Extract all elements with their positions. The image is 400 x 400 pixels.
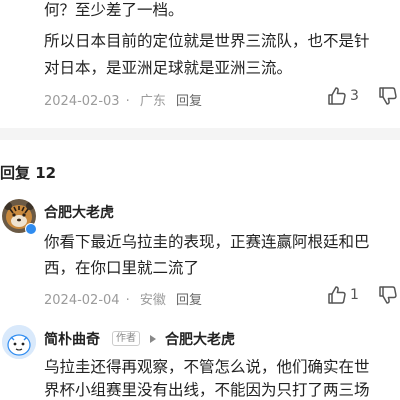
reply1-line-1: 你看下最近乌拉圭的表现，正赛连赢阿根廷和巴 bbox=[44, 233, 370, 251]
top-comment-line-1: 何？至少差了一档。 bbox=[44, 1, 184, 19]
reply1-like-count: 1 bbox=[350, 287, 359, 303]
like-count: 3 bbox=[350, 88, 359, 104]
reply1-line-2: 西，在你口里就二流了 bbox=[44, 259, 200, 277]
dislike-icon bbox=[379, 87, 397, 105]
reply2-line-2: 界杯小组赛里没有出线，不能因为只打了两三场 bbox=[44, 381, 370, 399]
meta-dot: · bbox=[125, 293, 130, 308]
cartoon-avatar[interactable] bbox=[2, 325, 36, 359]
reply1-meta: 2024-02-04 · 安徽 回复 bbox=[44, 289, 208, 308]
section-divider bbox=[0, 128, 400, 140]
like-icon bbox=[328, 286, 346, 304]
like-button[interactable]: 3 bbox=[327, 86, 359, 106]
dislike-button[interactable] bbox=[378, 86, 398, 106]
top-comment-meta: 2024-02-03 · 广东 回复 bbox=[44, 90, 208, 109]
top-comment: 何？至少差了一档。 所以日本目前的定位就是世界三流队，也不是针 对日本，是亚洲足… bbox=[0, 0, 400, 128]
reply-count-header: 回复 12 bbox=[0, 164, 57, 182]
author-tag: 作者 bbox=[112, 331, 140, 346]
top-comment-line-2: 所以日本目前的定位就是世界三流队，也不是针 bbox=[44, 32, 370, 50]
reply1-reply-button[interactable]: 回复 bbox=[176, 293, 202, 308]
reply1-date: 2024-02-04 bbox=[44, 293, 120, 308]
reply1-username[interactable]: 合肥大老虎 bbox=[44, 202, 114, 222]
reply2-username[interactable]: 简朴曲奇 bbox=[44, 329, 100, 349]
meta-dot: · bbox=[125, 94, 130, 109]
comment-date: 2024-02-03 bbox=[44, 94, 120, 109]
reply-button[interactable]: 回复 bbox=[176, 94, 202, 109]
cartoon-avatar-image bbox=[2, 325, 36, 359]
reply2-line-1: 乌拉圭还得再观察，不管怎么说，他们确实在世 bbox=[44, 358, 370, 376]
comment-location: 广东 bbox=[139, 94, 166, 109]
dislike-icon bbox=[379, 286, 397, 304]
reply1-location: 安徽 bbox=[139, 293, 166, 308]
reply1-dislike-button[interactable] bbox=[378, 285, 398, 305]
top-comment-line-3: 对日本，是亚洲足球就是亚洲三流。 bbox=[44, 59, 293, 77]
reply2-target-user[interactable]: 合肥大老虎 bbox=[165, 329, 235, 349]
reply1-like-button[interactable]: 1 bbox=[327, 285, 359, 305]
verified-badge-icon bbox=[25, 223, 37, 235]
reply-arrow-icon bbox=[150, 335, 156, 343]
like-icon bbox=[328, 87, 346, 105]
